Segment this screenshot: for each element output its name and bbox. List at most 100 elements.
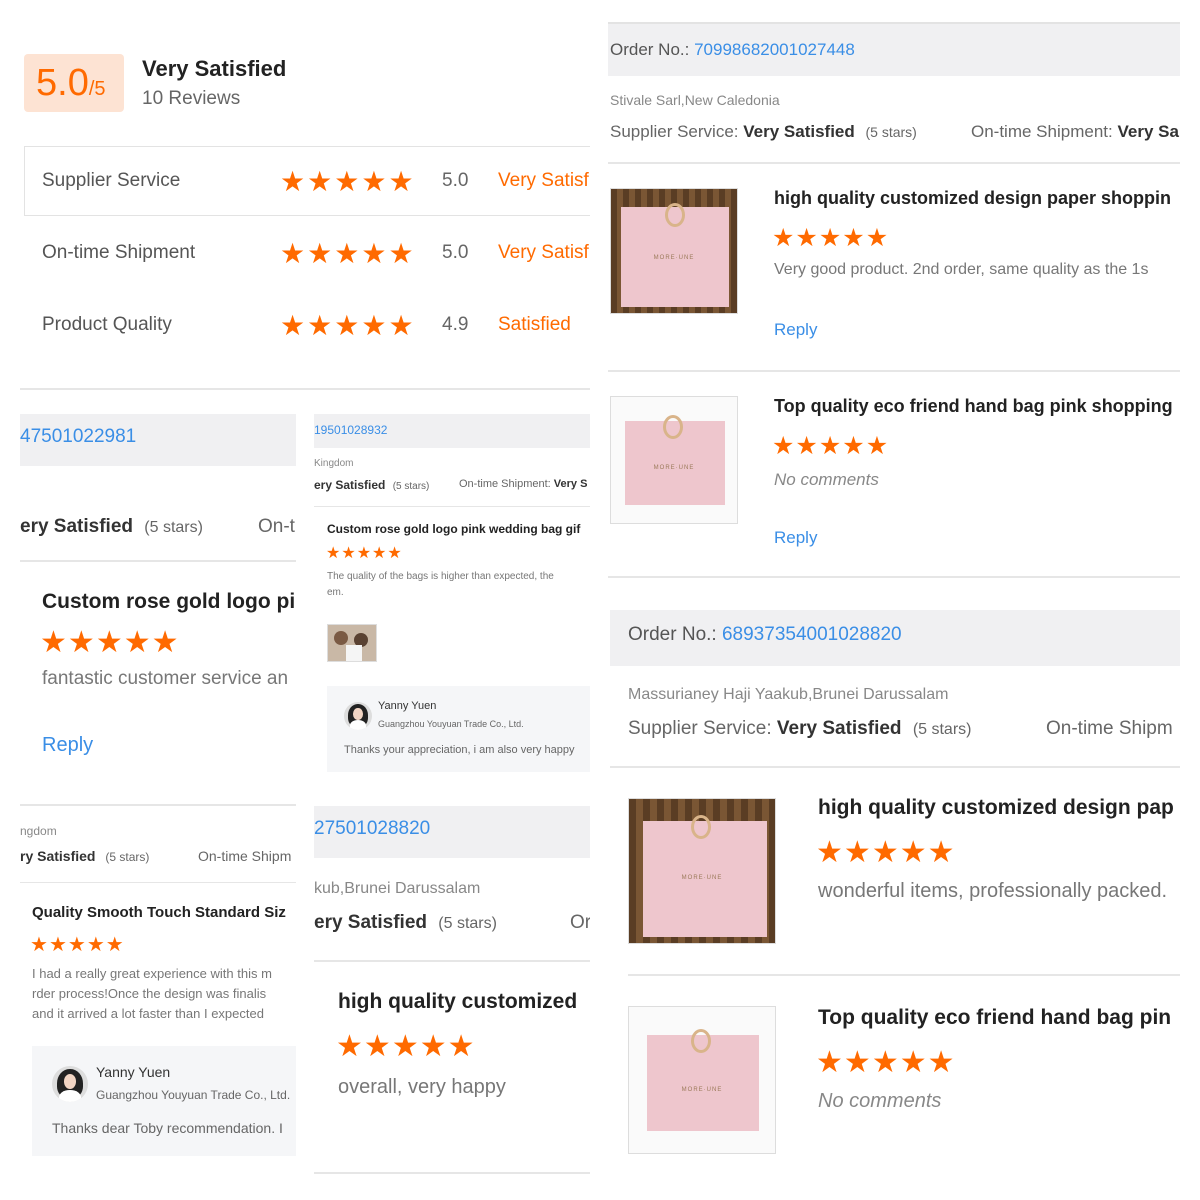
star-icon: ★: [772, 224, 796, 252]
star-icon: ★: [280, 166, 308, 197]
supplier-reply-box: [327, 686, 590, 772]
review-count: 10 Reviews: [142, 88, 241, 109]
product-title[interactable]: Custom rose gold logo pin: [42, 590, 296, 614]
star-icon: ★: [818, 432, 843, 460]
shipment-label: On-time Shipm: [198, 848, 292, 864]
star-icon: ★: [334, 166, 362, 197]
star-icon: ★: [48, 934, 68, 956]
star-icon: ★: [419, 1030, 448, 1063]
review-comment: rder process!Once the design was finalis: [32, 986, 267, 1001]
product-photo[interactable]: MORE·UNE: [610, 188, 738, 314]
star-icon: ★: [307, 166, 335, 197]
product-title[interactable]: Custom rose gold logo pink wedding bag g…: [327, 522, 580, 536]
order-prefix: Order No.:: [628, 624, 722, 645]
buyer-info: ngdom: [20, 824, 57, 838]
star-icon: ★: [865, 432, 890, 460]
rating-label: Supplier Service: [42, 170, 181, 191]
product-photo[interactable]: MORE·UNE: [610, 396, 738, 524]
supplier-value: ery Satisfied: [20, 516, 133, 537]
order-number: Order No.: 70998682001027448: [610, 40, 855, 60]
reply-name: Yanny Yuen: [96, 1064, 171, 1080]
star-icon: ★: [865, 224, 890, 252]
supplier-stars: (5 stars): [392, 481, 430, 492]
star-icon: ★: [795, 224, 819, 252]
supplier-value: Very Satisfied: [776, 718, 902, 739]
reply-company: Guangzhou Youyuan Trade Co., Ltd.: [378, 719, 524, 729]
avatar: [52, 1066, 88, 1102]
reply-link[interactable]: Reply: [774, 528, 817, 548]
star-rating: ★★★★★: [280, 310, 416, 342]
supplier-value: ery Satisfied: [314, 478, 386, 492]
divider: [610, 766, 1180, 768]
reply-link[interactable]: Reply: [774, 320, 817, 340]
divider: [20, 882, 296, 883]
rating-value: 5.0: [442, 242, 469, 263]
product-title[interactable]: high quality customized design pap: [818, 796, 1174, 820]
review-comment: fantastic customer service an: [42, 668, 289, 689]
review-card-left-mid: 47501022981 ery Satisfied (5 stars) On-t…: [20, 410, 296, 790]
order-link[interactable]: 68937354001028820: [722, 624, 902, 645]
buyer-info: kub,Brunei Darussalam: [314, 880, 481, 897]
divider: [20, 804, 296, 806]
star-icon: ★: [795, 432, 819, 460]
product-title[interactable]: Quality Smooth Touch Standard Siz: [32, 904, 286, 921]
buyer-info: Stivale Sarl,New Caledonia: [610, 92, 780, 108]
shipment-value: Very S: [553, 478, 588, 490]
rating-summary-panel: 5.0/5 Very Satisfied 10 Reviews Supplier…: [0, 0, 590, 400]
product-title[interactable]: high quality customized: [338, 990, 577, 1014]
reply-text: Thanks dear Toby recommendation. I: [52, 1120, 283, 1136]
shipment-label: On-time Shipment:: [459, 478, 551, 490]
supplier-stars: (5 stars): [912, 721, 972, 738]
product-photo[interactable]: MORE·UNE: [628, 1006, 776, 1154]
star-icon: ★: [336, 1030, 364, 1063]
divider: [628, 974, 1180, 976]
divider: [20, 560, 296, 562]
review-comment: Very good product. 2nd order, same quali…: [774, 261, 1149, 278]
order-link[interactable]: 19501028932: [314, 423, 387, 437]
shipment-label: On-time Shipm: [1046, 718, 1173, 739]
divider: [314, 1172, 590, 1174]
product-title[interactable]: Top quality eco friend hand bag pink sho…: [774, 396, 1173, 417]
star-icon: ★: [816, 1046, 844, 1079]
rating-label: Product Quality: [42, 314, 172, 335]
star-icon: ★: [842, 432, 866, 460]
overall-score: 5.0/5: [36, 62, 106, 105]
supplier-value: ry Satisfied: [20, 848, 96, 864]
product-photo[interactable]: MORE·UNE: [628, 798, 776, 944]
supplier-rating-line: Supplier Service: Very Satisfied (5 star…: [610, 122, 917, 142]
product-title[interactable]: Top quality eco friend hand bag pin: [818, 1006, 1171, 1030]
star-rating: ★★★★★: [336, 1030, 476, 1064]
order-link[interactable]: 27501028820: [314, 818, 430, 840]
score-value: 5.0: [36, 62, 89, 104]
shipment-label: On-ti: [258, 516, 296, 537]
shipment-rating-line: On-time Shipment: Very S: [459, 478, 587, 490]
review-comment: No comments: [774, 470, 879, 489]
review-comment: No comments: [818, 1090, 942, 1112]
buyer-info: Massurianey Haji Yaakub,Brunei Darussala…: [628, 686, 949, 703]
star-icon: ★: [927, 1046, 956, 1079]
star-icon: ★: [927, 836, 956, 869]
reply-link[interactable]: Reply: [42, 734, 93, 757]
star-icon: ★: [361, 310, 389, 341]
shipment-value: Very Sa: [1117, 122, 1179, 141]
review-card-right-bottom: Order No.: 68937354001028820 Massurianey…: [610, 608, 1180, 1188]
review-comment: em.: [327, 587, 344, 598]
review-comment: I had a really great experience with thi…: [32, 966, 272, 981]
supplier-rating-line: ery Satisfied (5 stars): [314, 912, 497, 934]
rating-value: 4.9: [442, 314, 469, 335]
supplier-stars: (5 stars): [865, 124, 917, 140]
product-title[interactable]: high quality customized design paper sho…: [774, 188, 1171, 209]
review-photo[interactable]: [327, 624, 377, 662]
review-comment: overall, very happy: [338, 1076, 506, 1098]
score-max: /5: [88, 78, 106, 100]
star-rating: ★★★★★: [816, 836, 956, 870]
divider: [608, 162, 1180, 164]
star-rating: ★★★★★: [772, 432, 889, 461]
rating-text: Very Satisfied: [498, 170, 590, 191]
order-link[interactable]: 47501022981: [20, 426, 136, 448]
order-prefix: Order No.:: [610, 40, 695, 59]
shipment-rating-line: On-time Shipment: Very Sa: [971, 122, 1179, 142]
reply-name: Yanny Yuen: [378, 700, 437, 712]
order-link[interactable]: 70998682001027448: [694, 40, 855, 59]
star-icon: ★: [307, 238, 335, 269]
